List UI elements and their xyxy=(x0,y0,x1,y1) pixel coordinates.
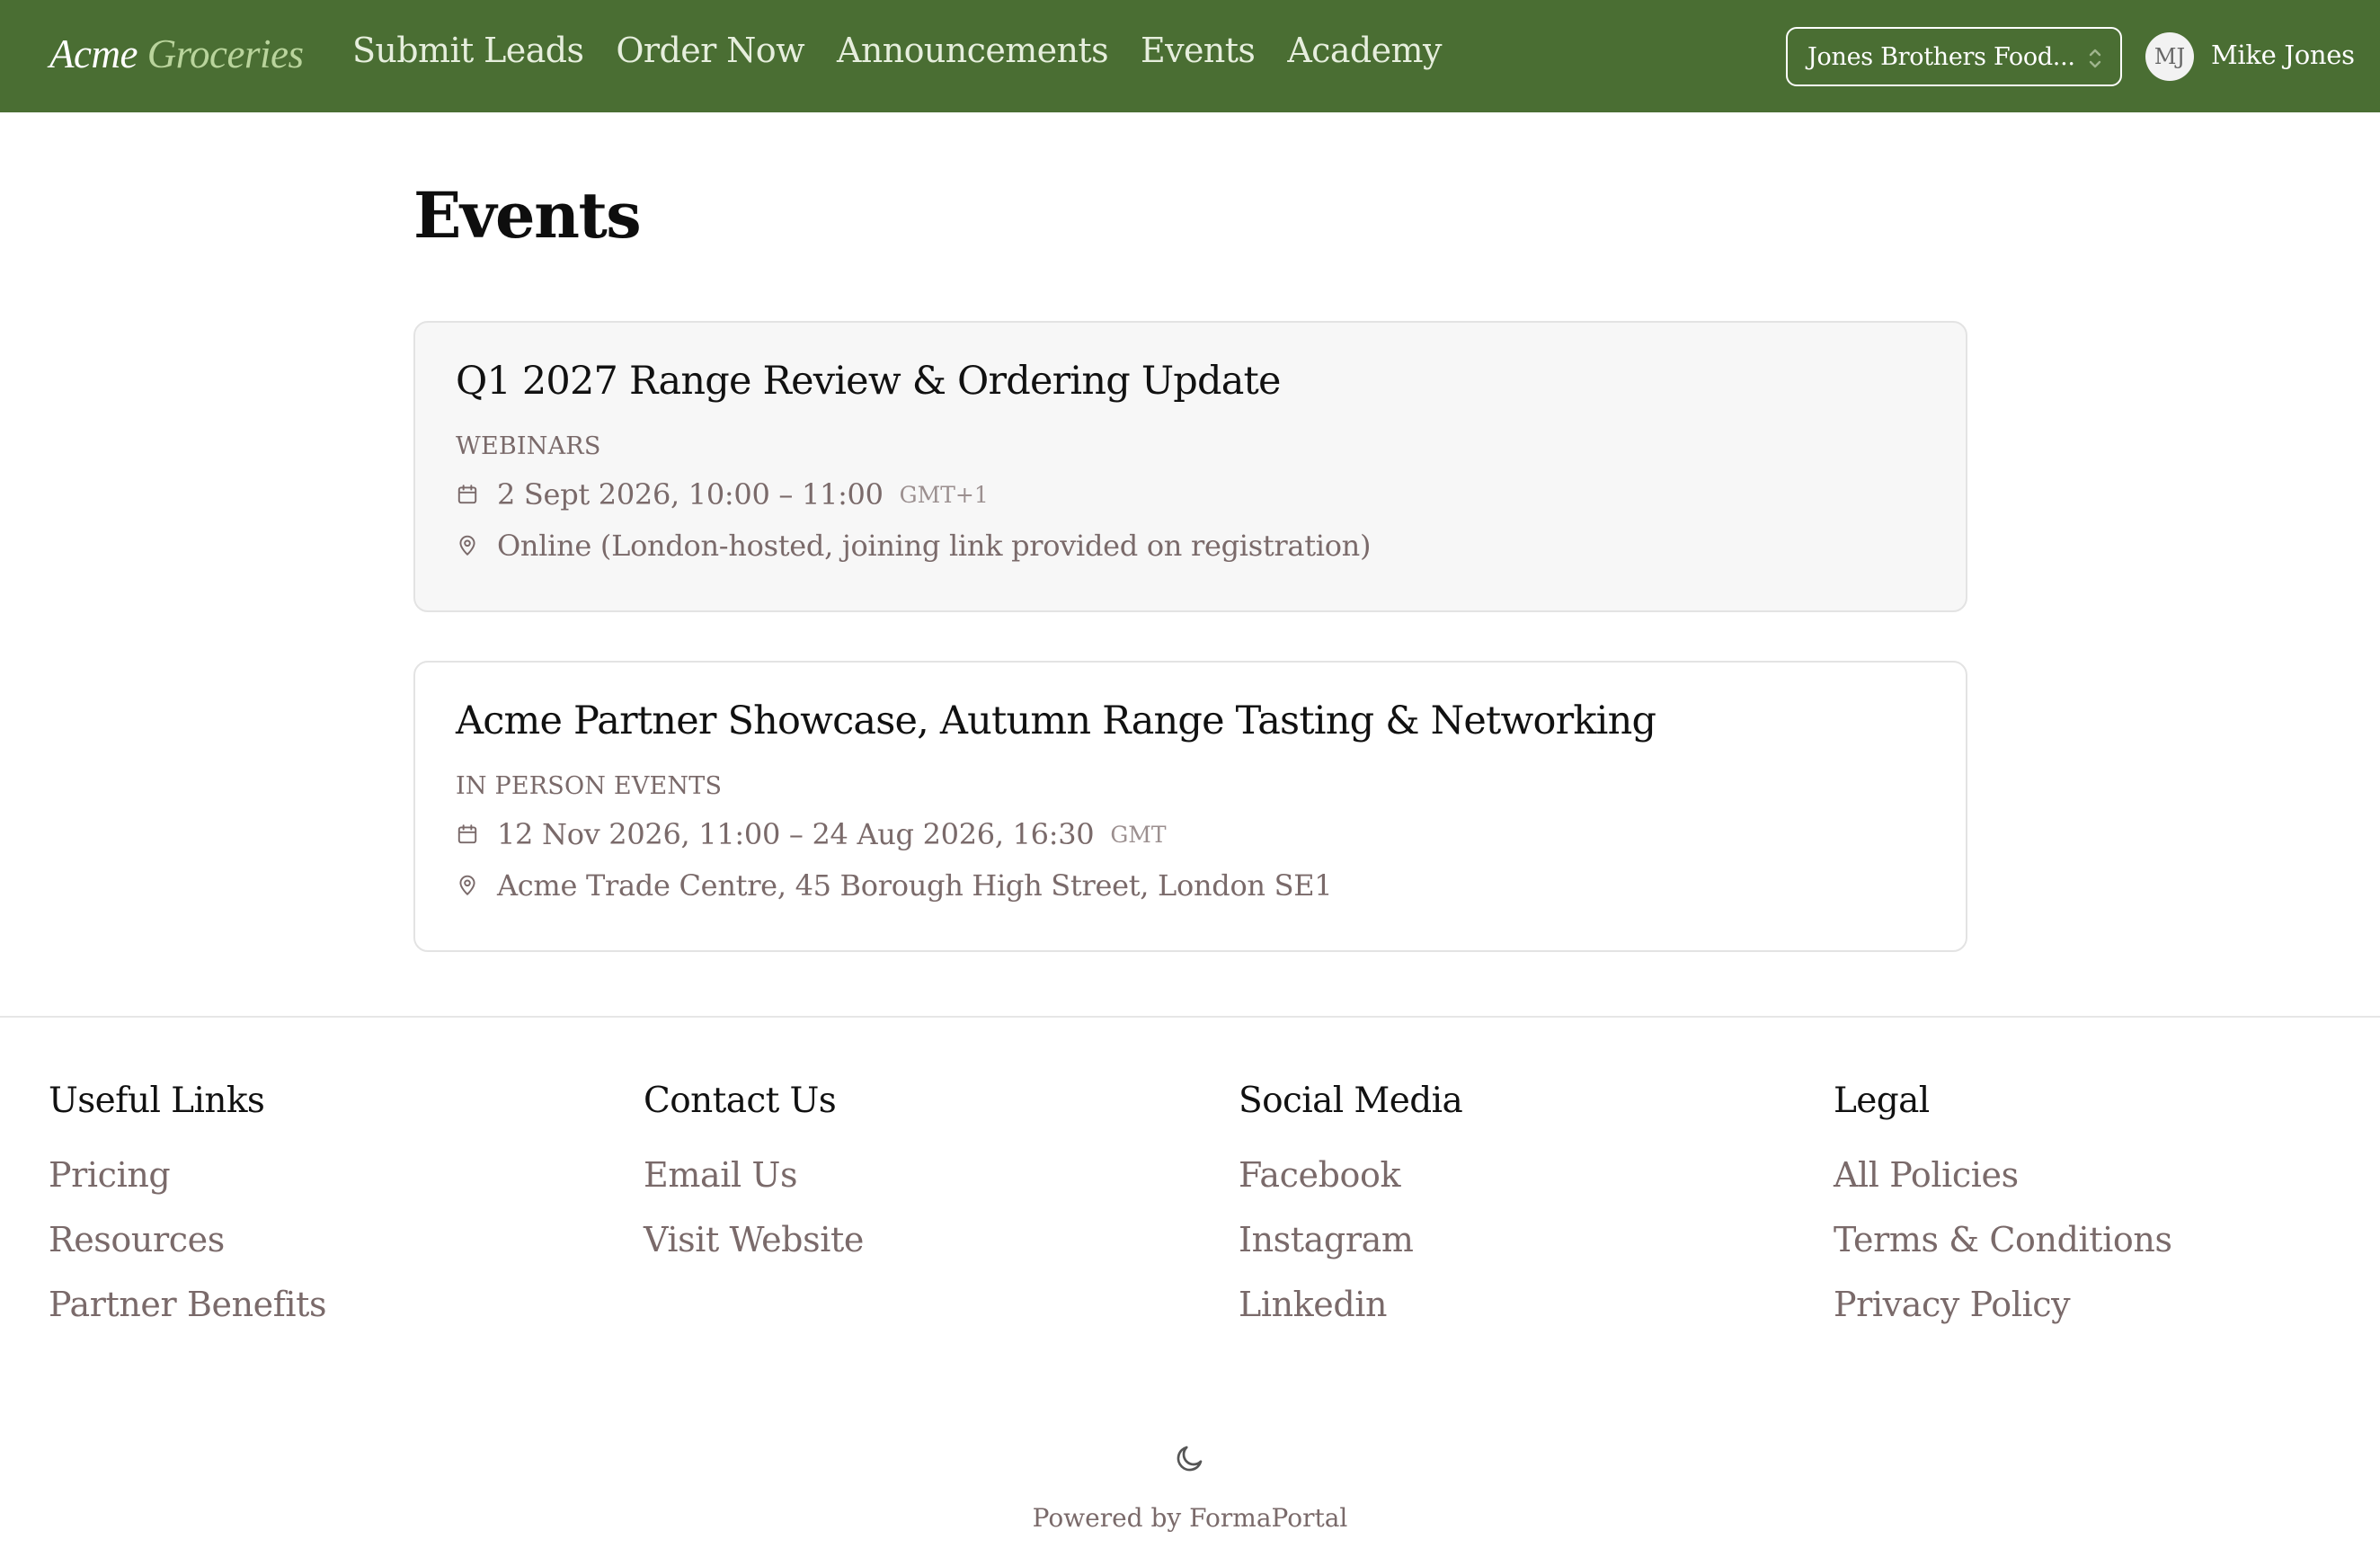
calendar-icon xyxy=(457,485,477,504)
brand-logo[interactable]: Acme Groceries xyxy=(49,31,304,77)
top-navigation-bar: Acme Groceries Submit Leads Order Now An… xyxy=(0,0,2380,112)
page-title: Events xyxy=(413,178,642,253)
footer-heading: Social Media xyxy=(1239,1081,1463,1121)
nav-events[interactable]: Events xyxy=(1141,31,1256,70)
map-pin-icon xyxy=(459,535,475,556)
brand-name-part2: Groceries xyxy=(137,31,304,76)
event-datetime-row: 2 Sept 2026, 10:00 – 11:00 GMT+1 xyxy=(456,477,989,512)
footer-column-useful-links: Useful Links Pricing Resources Partner B… xyxy=(49,1081,327,1349)
powered-by-text: Powered by FormaPortal xyxy=(1032,1503,1348,1533)
event-datetime: 2 Sept 2026, 10:00 – 11:00 xyxy=(497,477,884,512)
moon-icon[interactable] xyxy=(1174,1442,1206,1474)
footer-heading: Useful Links xyxy=(49,1081,265,1121)
footer-link-linkedin[interactable]: Linkedin xyxy=(1239,1285,1462,1349)
event-location-row: Online (London-hosted, joining link prov… xyxy=(456,529,1371,563)
event-category: IN PERSON EVENTS xyxy=(456,772,723,800)
footer-link-email-us[interactable]: Email Us xyxy=(644,1155,864,1220)
user-avatar[interactable]: MJ xyxy=(2145,32,2194,81)
map-pin-icon xyxy=(459,875,475,895)
footer-link-resources[interactable]: Resources xyxy=(49,1220,326,1285)
event-datetime: 12 Nov 2026, 11:00 – 24 Aug 2026, 16:30 xyxy=(497,817,1095,851)
event-timezone: GMT+1 xyxy=(899,481,989,508)
calendar-icon xyxy=(457,824,477,844)
nav-academy[interactable]: Academy xyxy=(1287,31,1442,70)
footer-heading: Legal xyxy=(1834,1081,1930,1121)
footer-link-terms-conditions[interactable]: Terms & Conditions xyxy=(1834,1220,2172,1285)
nav-submit-leads[interactable]: Submit Leads xyxy=(352,31,584,70)
event-timezone: GMT xyxy=(1110,821,1167,848)
event-location: Online (London-hosted, joining link prov… xyxy=(497,529,1372,563)
footer-column-contact-us: Contact Us Email Us Visit Website xyxy=(644,1081,864,1285)
user-name[interactable]: Mike Jones xyxy=(2211,40,2355,70)
main-nav: Submit Leads Order Now Announcements Eve… xyxy=(352,31,1474,70)
footer-link-all-policies[interactable]: All Policies xyxy=(1834,1155,2172,1220)
event-card[interactable]: Acme Partner Showcase, Autumn Range Tast… xyxy=(413,661,1967,952)
organization-select[interactable]: Jones Brothers Food... xyxy=(1786,27,2122,86)
footer-column-legal: Legal All Policies Terms & Conditions Pr… xyxy=(1834,1081,2172,1349)
footer-link-instagram[interactable]: Instagram xyxy=(1239,1220,1462,1285)
footer-link-facebook[interactable]: Facebook xyxy=(1239,1155,1462,1220)
brand-name-part1: Acme xyxy=(49,31,138,76)
event-category: WEBINARS xyxy=(456,432,601,460)
chevron-up-down-icon xyxy=(2089,49,2101,68)
organization-select-value: Jones Brothers Food... xyxy=(1807,42,2075,71)
event-title[interactable]: Acme Partner Showcase, Autumn Range Tast… xyxy=(456,698,1656,743)
footer-link-partner-benefits[interactable]: Partner Benefits xyxy=(49,1285,327,1349)
footer-link-privacy-policy[interactable]: Privacy Policy xyxy=(1834,1285,2172,1349)
event-card[interactable]: Q1 2027 Range Review & Ordering Update W… xyxy=(413,321,1967,612)
footer-link-pricing[interactable]: Pricing xyxy=(49,1155,326,1220)
event-datetime-row: 12 Nov 2026, 11:00 – 24 Aug 2026, 16:30 … xyxy=(456,817,1167,851)
event-location: Acme Trade Centre, 45 Borough High Stree… xyxy=(497,868,1333,903)
nav-announcements[interactable]: Announcements xyxy=(837,31,1109,70)
nav-order-now[interactable]: Order Now xyxy=(616,31,804,70)
footer-divider xyxy=(0,1016,2380,1018)
event-location-row: Acme Trade Centre, 45 Borough High Stree… xyxy=(456,868,1333,903)
footer-column-social-media: Social Media Facebook Instagram Linkedin xyxy=(1239,1081,1463,1349)
event-title[interactable]: Q1 2027 Range Review & Ordering Update xyxy=(456,359,1281,404)
footer-link-visit-website[interactable]: Visit Website xyxy=(644,1220,864,1285)
footer-heading: Contact Us xyxy=(644,1081,837,1121)
